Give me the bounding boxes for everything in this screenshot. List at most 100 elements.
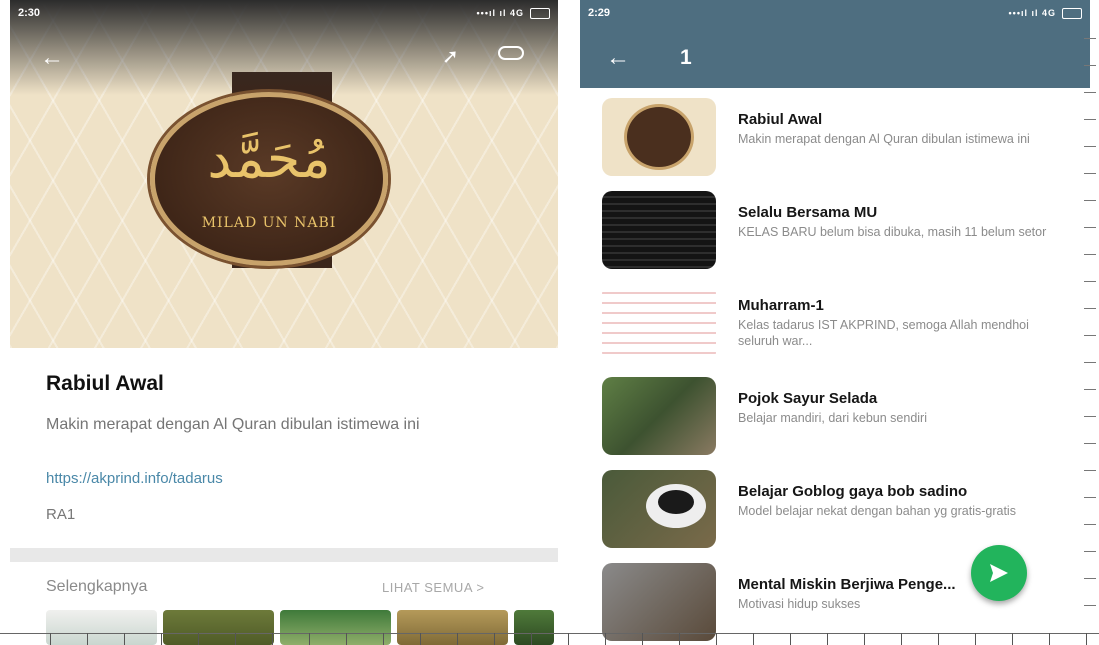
- ruler-tick: [346, 633, 347, 645]
- status-time: 2:29: [588, 7, 611, 19]
- back-arrow-icon[interactable]: ←: [606, 44, 630, 72]
- app-bar: 2:29 •••ıl ıl 4G ← 1: [580, 0, 1090, 88]
- chat-title: Muharram-1: [738, 297, 824, 314]
- ruler-tick: [494, 633, 495, 645]
- ruler-tick: [1084, 470, 1096, 471]
- ruler-tick: [938, 633, 939, 645]
- chat-item[interactable]: Muharram-1 Kelas tadarus IST AKPRIND, se…: [580, 274, 1090, 367]
- share-icon[interactable]: ➚: [442, 44, 459, 69]
- ruler-tick: [716, 633, 717, 645]
- see-all-link[interactable]: LIHAT SEMUA >: [382, 580, 484, 595]
- ruler-tick: [1084, 551, 1096, 552]
- chat-item[interactable]: Pojok Sayur Selada Belajar mandiri, dari…: [580, 367, 1090, 460]
- ruler-tick: [1084, 254, 1096, 255]
- ruler-tick: [864, 633, 865, 645]
- ruler-tick: [124, 633, 125, 645]
- ruler-tick: [1084, 92, 1096, 93]
- chat-title: Pojok Sayur Selada: [738, 390, 878, 407]
- ruler-tick: [309, 633, 310, 645]
- group-detail-screen: مُحَمَّد MILAD UN NABI 2:30 •••ıl ıl 4G …: [10, 0, 558, 645]
- ruler-tick: [975, 633, 976, 645]
- back-arrow-icon[interactable]: ←: [40, 44, 64, 72]
- ruler-tick: [642, 633, 643, 645]
- chat-avatar: [602, 98, 716, 176]
- group-cover-image: مُحَمَّد MILAD UN NABI 2:30 •••ıl ıl 4G …: [10, 0, 558, 348]
- chat-subtitle: Model belajar nekat dengan bahan yg grat…: [738, 504, 1016, 518]
- group-url-link[interactable]: https://akprind.info/tadarus: [46, 470, 223, 487]
- ruler-tick: [1084, 335, 1096, 336]
- ruler-tick: [1084, 443, 1096, 444]
- battery-icon: [1062, 7, 1082, 19]
- signal-icon: •••ıl ıl 4G: [476, 8, 524, 18]
- ruler-tick: [1049, 633, 1050, 645]
- chat-item[interactable]: Selalu Bersama MU KELAS BARU belum bisa …: [580, 181, 1090, 274]
- ruler-tick: [1084, 119, 1096, 120]
- status-bar: 2:30 •••ıl ıl 4G: [10, 0, 558, 26]
- ruler-tick: [50, 633, 51, 645]
- chat-avatar: [602, 563, 716, 641]
- ruler-tick: [1084, 200, 1096, 201]
- link-icon[interactable]: [498, 46, 524, 60]
- ruler-tick: [790, 633, 791, 645]
- chat-subtitle: Kelas tadarus IST AKPRIND, semoga Allah …: [738, 318, 1029, 348]
- ruler-tick: [1084, 308, 1096, 309]
- ruler-tick: [901, 633, 902, 645]
- chat-subtitle: KELAS BARU belum bisa dibuka, masih 11 b…: [738, 225, 1047, 239]
- status-bar: 2:29 •••ıl ıl 4G: [580, 0, 1090, 26]
- chat-title: Mental Miskin Berjiwa Penge...: [738, 576, 956, 593]
- signal-icon: •••ıl ıl 4G: [1008, 8, 1056, 18]
- ruler-tick: [753, 633, 754, 645]
- medal-arabic-text: مُحَمَّد: [207, 127, 331, 190]
- chat-title: Belajar Goblog gaya bob sadino: [738, 483, 968, 500]
- section-divider: [10, 548, 558, 562]
- milad-medal: مُحَمَّد MILAD UN NABI: [150, 92, 388, 266]
- ruler-tick: [1084, 524, 1096, 525]
- ruler-tick: [1084, 362, 1096, 363]
- thumbnail-3[interactable]: [280, 610, 391, 645]
- chat-list-screen: 2:29 •••ıl ıl 4G ← 1 Rabiul Awal Makin m…: [580, 0, 1090, 645]
- send-fab-button[interactable]: [971, 545, 1027, 601]
- chat-avatar: [602, 284, 716, 362]
- send-icon: [990, 564, 1008, 582]
- chat-avatar: [602, 470, 716, 548]
- group-description: Makin merapat dengan Al Quran dibulan is…: [46, 416, 420, 433]
- thumbnail-4[interactable]: [397, 610, 508, 645]
- thumbnail-5[interactable]: [514, 610, 554, 645]
- ruler-tick: [198, 633, 199, 645]
- status-time: 2:30: [18, 7, 41, 19]
- ruler-tick: [1084, 281, 1096, 282]
- ruler-line: [0, 633, 1099, 634]
- ruler-tick: [605, 633, 606, 645]
- chat-avatar: [602, 377, 716, 455]
- ruler-tick: [1084, 416, 1096, 417]
- chat-subtitle: Belajar mandiri, dari kebun sendiri: [738, 411, 927, 425]
- more-section-label: Selengkapnya: [46, 578, 148, 595]
- ruler-tick: [420, 633, 421, 645]
- chat-subtitle: Makin merapat dengan Al Quran dibulan is…: [738, 132, 1030, 146]
- status-icons: •••ıl ıl 4G: [1008, 7, 1082, 19]
- ruler-tick: [1012, 633, 1013, 645]
- group-info: Rabiul Awal Makin merapat dengan Al Qura…: [10, 348, 558, 548]
- ruler-tick: [1084, 146, 1096, 147]
- chat-item[interactable]: Rabiul Awal Makin merapat dengan Al Qura…: [580, 88, 1090, 181]
- ruler-tick: [235, 633, 236, 645]
- ruler-tick: [827, 633, 828, 645]
- ruler-tick: [1084, 173, 1096, 174]
- chat-avatar: [602, 191, 716, 269]
- app-bar-title: 1: [680, 46, 692, 69]
- thumbnail-2[interactable]: [163, 610, 274, 645]
- battery-icon: [530, 7, 550, 19]
- ruler-tick: [1084, 389, 1096, 390]
- ruler-tick: [457, 633, 458, 645]
- ruler-tick: [568, 633, 569, 645]
- ruler-tick: [1084, 605, 1096, 606]
- thumbnail-1[interactable]: [46, 610, 157, 645]
- medal-caption: MILAD UN NABI: [201, 215, 337, 231]
- ruler-tick: [1084, 578, 1096, 579]
- more-thumbnails: [46, 610, 558, 645]
- status-icons: •••ıl ıl 4G: [476, 7, 550, 19]
- chat-item[interactable]: Belajar Goblog gaya bob sadino Model bel…: [580, 460, 1090, 553]
- ruler-tick: [383, 633, 384, 645]
- ruler-tick: [272, 633, 273, 645]
- ruler-tick: [87, 633, 88, 645]
